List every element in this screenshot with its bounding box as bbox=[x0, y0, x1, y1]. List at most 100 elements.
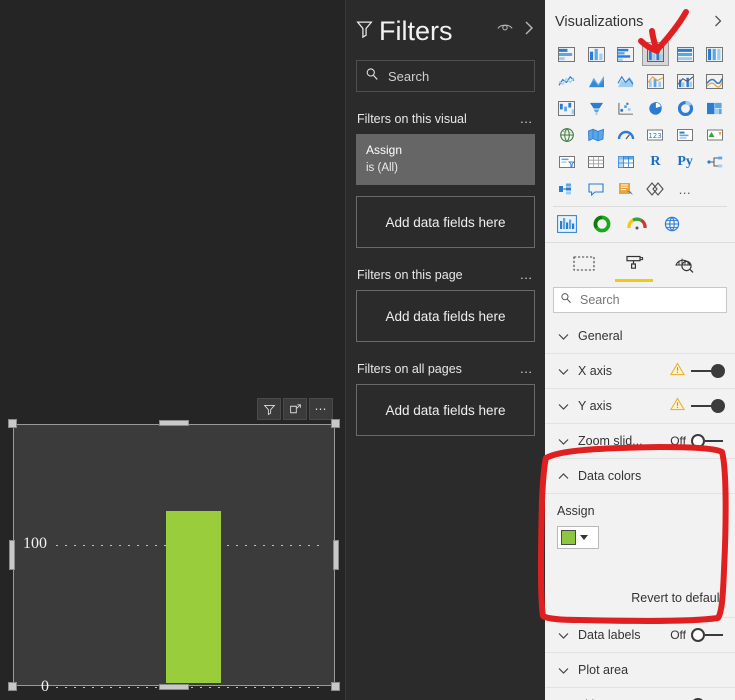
slicer-icon[interactable] bbox=[553, 150, 580, 174]
stacked-bar-chart-icon[interactable] bbox=[553, 42, 580, 66]
filters-search-input[interactable] bbox=[386, 67, 526, 85]
filter-dropzone-page[interactable]: Add data fields here bbox=[356, 290, 535, 342]
waterfall-chart-icon[interactable] bbox=[553, 96, 580, 120]
format-row-y-axis[interactable]: Y axis bbox=[545, 389, 735, 424]
table-icon[interactable] bbox=[583, 150, 610, 174]
python-visual-label: Py bbox=[677, 154, 693, 169]
key-influencers-icon[interactable] bbox=[553, 177, 580, 201]
100-percent-stacked-bar-chart-icon[interactable] bbox=[672, 42, 699, 66]
line-and-stacked-column-chart-icon[interactable] bbox=[642, 69, 669, 93]
resize-handle-middle-right[interactable] bbox=[333, 540, 339, 570]
format-row-general[interactable]: General bbox=[545, 319, 735, 354]
custom-column-visual-icon[interactable] bbox=[553, 212, 580, 236]
chevron-down-icon bbox=[557, 400, 570, 413]
bar-chart-visual[interactable]: 100 0 bbox=[13, 424, 335, 695]
scatter-chart-icon[interactable] bbox=[612, 96, 639, 120]
chevron-right-icon[interactable] bbox=[523, 20, 535, 41]
y-axis-toggle[interactable] bbox=[691, 399, 725, 413]
format-row-data-colors[interactable]: Data colors bbox=[545, 459, 735, 494]
tab-analytics[interactable] bbox=[669, 249, 699, 279]
format-row-title[interactable]: Title Off bbox=[545, 688, 735, 700]
python-visual-icon[interactable]: Py bbox=[672, 150, 699, 174]
chevron-down-icon bbox=[557, 365, 570, 378]
filter-icon[interactable] bbox=[257, 398, 281, 420]
resize-handle-top-left[interactable] bbox=[8, 419, 17, 428]
format-row-general-label: General bbox=[578, 329, 623, 343]
warning-icon bbox=[669, 396, 686, 416]
data-colors-assign-label: Assign bbox=[557, 504, 595, 518]
line-and-clustered-column-chart-icon[interactable] bbox=[672, 69, 699, 93]
format-row-x-axis-label: X axis bbox=[578, 364, 613, 378]
resize-handle-top-center[interactable] bbox=[159, 420, 189, 426]
resize-handle-bottom-left[interactable] bbox=[8, 682, 17, 691]
stacked-area-chart-icon[interactable] bbox=[612, 69, 639, 93]
matrix-icon[interactable] bbox=[612, 150, 639, 174]
format-row-plot-area[interactable]: Plot area bbox=[545, 653, 735, 688]
resize-handle-middle-left[interactable] bbox=[9, 540, 15, 570]
kpi-icon[interactable] bbox=[701, 123, 728, 147]
filter-dropzone-all-pages[interactable]: Add data fields here bbox=[356, 384, 535, 436]
funnel-chart-icon[interactable] bbox=[583, 96, 610, 120]
map-icon[interactable] bbox=[553, 123, 580, 147]
paginated-report-icon[interactable] bbox=[612, 177, 639, 201]
more-visuals-icon[interactable]: … bbox=[672, 177, 699, 201]
filter-section-page-menu-icon[interactable]: … bbox=[520, 267, 535, 282]
custom-donut-visual-icon[interactable] bbox=[588, 212, 615, 236]
line-chart-icon[interactable] bbox=[553, 69, 580, 93]
decomposition-tree-icon[interactable] bbox=[701, 150, 728, 174]
filter-section-all-pages-menu-icon[interactable]: … bbox=[520, 361, 535, 376]
custom-gauge-visual-icon[interactable] bbox=[623, 212, 650, 236]
visual-type-gallery: 123 R Py … bbox=[545, 38, 735, 203]
clustered-bar-chart-icon[interactable] bbox=[612, 42, 639, 66]
format-search-input[interactable] bbox=[578, 292, 720, 308]
zoom-slider-toggle-state: Off bbox=[670, 434, 686, 448]
data-labels-toggle-state: Off bbox=[670, 628, 686, 642]
pie-chart-icon[interactable] bbox=[642, 96, 669, 120]
power-apps-icon[interactable] bbox=[642, 177, 669, 201]
color-swatch bbox=[561, 530, 576, 545]
chevron-right-icon[interactable] bbox=[713, 14, 725, 31]
filled-map-icon[interactable] bbox=[583, 123, 610, 147]
donut-chart-icon[interactable] bbox=[672, 96, 699, 120]
treemap-icon[interactable] bbox=[701, 96, 728, 120]
custom-globe-visual-icon[interactable] bbox=[658, 212, 685, 236]
resize-handle-bottom-right[interactable] bbox=[331, 682, 340, 691]
stacked-column-chart-icon[interactable] bbox=[583, 42, 610, 66]
format-search-box[interactable] bbox=[553, 287, 727, 313]
filter-dropzone-visual[interactable]: Add data fields here bbox=[356, 196, 535, 248]
data-color-picker-assign[interactable] bbox=[557, 526, 599, 549]
resize-handle-bottom-center[interactable] bbox=[159, 684, 189, 690]
filters-pane: Filters Search Filters on this visual … … bbox=[345, 0, 545, 700]
x-axis-toggle[interactable] bbox=[691, 364, 725, 378]
eye-icon[interactable] bbox=[497, 21, 513, 39]
filter-section-page-header: Filters on this page … bbox=[356, 267, 535, 282]
focus-mode-icon[interactable] bbox=[283, 398, 307, 420]
filter-section-visual-header: Filters on this visual … bbox=[356, 111, 535, 126]
report-canvas[interactable]: ⋯ 100 0 bbox=[0, 0, 345, 700]
visual-header-icons: ⋯ bbox=[257, 398, 333, 420]
clustered-column-chart-icon[interactable] bbox=[641, 42, 669, 66]
filter-section-visual-menu-icon[interactable]: … bbox=[520, 111, 535, 126]
revert-to-default-button[interactable]: Revert to default bbox=[557, 591, 723, 605]
filters-search-box[interactable] bbox=[356, 60, 535, 92]
multi-row-card-icon[interactable] bbox=[672, 123, 699, 147]
format-row-x-axis[interactable]: X axis bbox=[545, 354, 735, 389]
format-row-data-labels[interactable]: Data labels Off bbox=[545, 618, 735, 653]
zoom-slider-toggle[interactable] bbox=[691, 434, 725, 448]
bar-assign[interactable] bbox=[166, 511, 221, 683]
tab-fields[interactable] bbox=[569, 249, 599, 279]
ribbon-chart-icon[interactable] bbox=[701, 69, 728, 93]
format-row-zoom-slider[interactable]: Zoom slid... Off bbox=[545, 424, 735, 459]
tab-format[interactable] bbox=[615, 249, 653, 282]
gauge-icon[interactable] bbox=[612, 123, 639, 147]
resize-handle-top-right[interactable] bbox=[331, 419, 340, 428]
100-percent-stacked-column-chart-icon[interactable] bbox=[701, 42, 728, 66]
r-script-visual-icon[interactable]: R bbox=[642, 150, 669, 174]
more-options-icon[interactable]: ⋯ bbox=[309, 398, 333, 420]
bar-chart-visual-container[interactable]: ⋯ 100 0 bbox=[8, 398, 340, 695]
smart-narrative-icon[interactable] bbox=[583, 177, 610, 201]
filter-card-assign[interactable]: Assign is (All) bbox=[356, 134, 535, 185]
area-chart-icon[interactable] bbox=[583, 69, 610, 93]
data-labels-toggle[interactable] bbox=[691, 628, 725, 642]
card-icon[interactable]: 123 bbox=[642, 123, 669, 147]
